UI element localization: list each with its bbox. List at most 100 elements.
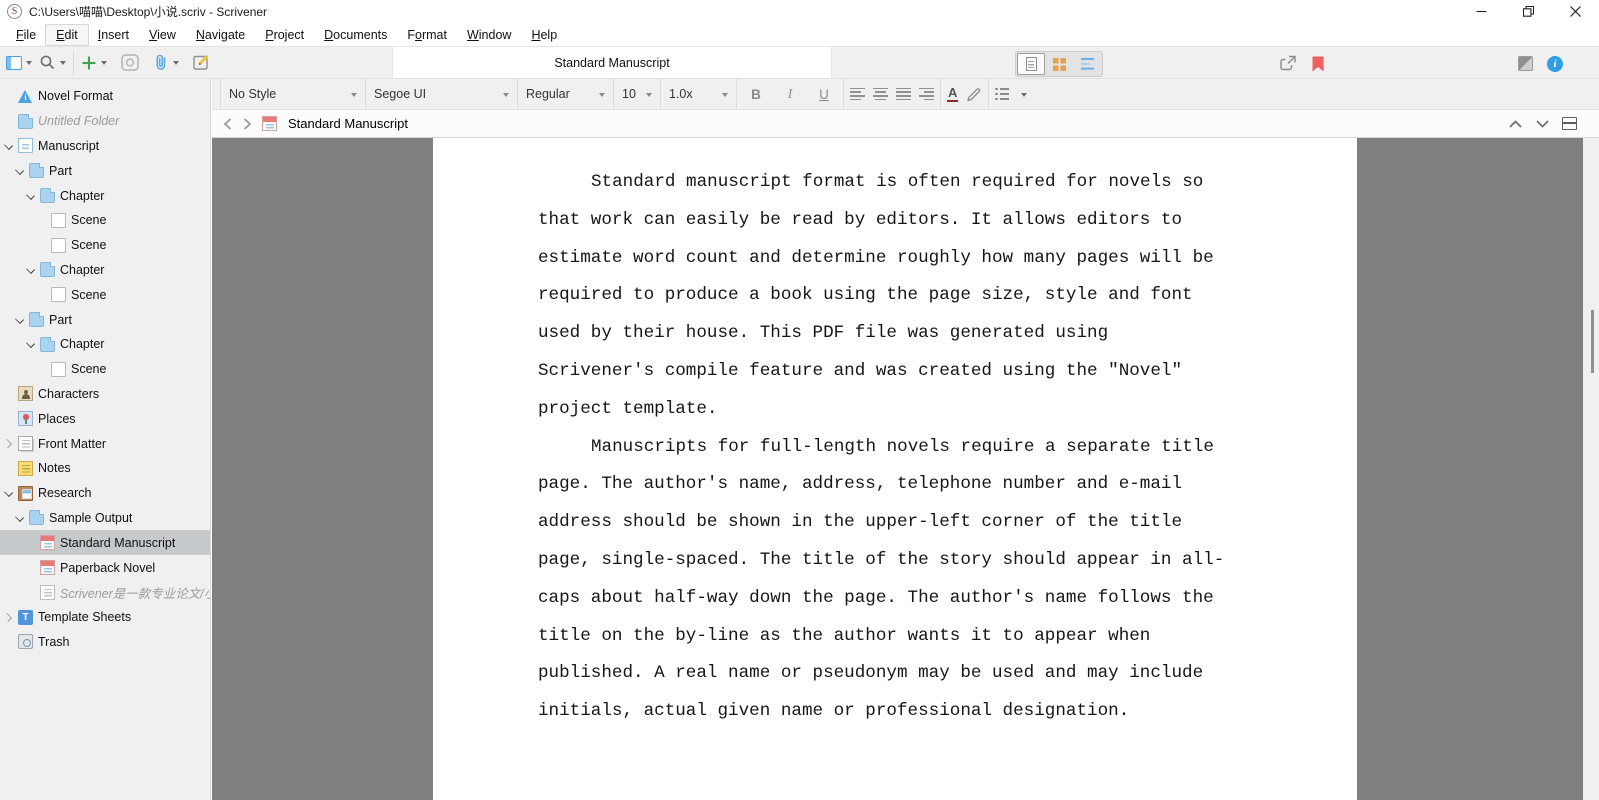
document-page[interactable]: Standard manuscript format is often requ… bbox=[433, 138, 1357, 800]
chevron-right-icon[interactable] bbox=[3, 612, 13, 622]
menu-item-documents[interactable]: Documents bbox=[314, 25, 397, 45]
menu-item-edit[interactable]: Edit bbox=[46, 25, 88, 45]
search-icon[interactable] bbox=[39, 54, 56, 71]
binder-item-places[interactable]: Places bbox=[0, 406, 210, 431]
share-button[interactable] bbox=[1279, 47, 1297, 80]
binder-item-label: Paperback Novel bbox=[60, 561, 155, 575]
restore-button[interactable] bbox=[1505, 0, 1552, 23]
list-dropdown-caret[interactable] bbox=[1021, 93, 1027, 100]
chevron-down-icon[interactable] bbox=[25, 191, 35, 201]
split-editor-icon[interactable] bbox=[1562, 117, 1577, 130]
minimize-button[interactable] bbox=[1458, 0, 1505, 23]
align-left-icon[interactable] bbox=[850, 88, 865, 101]
align-justify-icon[interactable] bbox=[896, 88, 911, 101]
binder-item-chapter[interactable]: Chapter bbox=[0, 183, 210, 208]
underline-button[interactable]: U bbox=[811, 87, 837, 102]
toolbar-document-tab[interactable]: Standard Manuscript bbox=[392, 47, 832, 78]
binder-item-chapter[interactable]: Chapter bbox=[0, 258, 210, 283]
chevron-down-icon[interactable] bbox=[25, 339, 35, 349]
editor-scrollbar-track[interactable] bbox=[1583, 138, 1599, 800]
align-right-icon[interactable] bbox=[919, 88, 934, 101]
outliner-view-button[interactable] bbox=[1073, 53, 1101, 75]
binder-panel-toggle-icon[interactable] bbox=[6, 56, 22, 70]
binder-item-characters[interactable]: Characters bbox=[0, 382, 210, 407]
menu-item-project[interactable]: Project bbox=[255, 25, 314, 45]
bookmark-button[interactable] bbox=[1312, 47, 1324, 80]
compose-mode-button[interactable] bbox=[1518, 47, 1533, 80]
forward-arrow-icon[interactable] bbox=[242, 117, 253, 131]
editor-scrollbar-thumb[interactable] bbox=[1591, 310, 1594, 373]
search-dropdown-caret[interactable] bbox=[60, 61, 66, 68]
inspector-button[interactable]: i bbox=[1547, 47, 1563, 80]
binder-item-chapter[interactable]: Chapter bbox=[0, 332, 210, 357]
characters-icon bbox=[18, 386, 33, 401]
chevron-down-icon[interactable] bbox=[25, 265, 35, 275]
bullet-list-icon[interactable] bbox=[995, 88, 1009, 100]
binder-item-template-sheets[interactable]: Template Sheets bbox=[0, 605, 210, 630]
binder-item-scene[interactable]: Scene bbox=[0, 282, 210, 307]
binder-list: Novel FormatUntitled FolderManuscriptPar… bbox=[0, 84, 210, 654]
menu-item-navigate[interactable]: Navigate bbox=[186, 25, 255, 45]
editor-document-title[interactable]: Standard Manuscript bbox=[288, 116, 408, 131]
font-variant-dropdown[interactable]: Regular bbox=[518, 79, 614, 109]
add-icon[interactable] bbox=[81, 55, 97, 71]
font-size-dropdown[interactable]: 10 bbox=[614, 79, 661, 109]
chevron-down-icon[interactable] bbox=[14, 513, 24, 523]
document-view-icon bbox=[1026, 57, 1037, 71]
style-dropdown[interactable]: No Style bbox=[220, 79, 366, 109]
chevron-down-icon[interactable] bbox=[14, 315, 24, 325]
style-value: No Style bbox=[229, 87, 276, 101]
chevron-down-icon[interactable] bbox=[3, 488, 13, 498]
paperclip-icon[interactable] bbox=[153, 53, 169, 72]
document-view-button[interactable] bbox=[1017, 53, 1045, 75]
close-button[interactable] bbox=[1552, 0, 1599, 23]
line-spacing-dropdown[interactable]: 1.0x bbox=[661, 79, 737, 109]
binder-item-novel-format[interactable]: Novel Format bbox=[0, 84, 210, 109]
binder-item-scrivener-[interactable]: Scrivener是一款专业论文/小... bbox=[0, 580, 210, 605]
chevron-down-icon[interactable] bbox=[3, 141, 13, 151]
corkboard-view-button[interactable] bbox=[1045, 53, 1073, 75]
text-color-button[interactable]: A bbox=[947, 86, 958, 102]
notes-icon bbox=[18, 461, 33, 476]
document-line: page, single-spaced. The title of the st… bbox=[538, 542, 1357, 580]
binder-item-untitled-folder[interactable]: Untitled Folder bbox=[0, 109, 210, 134]
menu-item-format[interactable]: Format bbox=[397, 25, 457, 45]
back-arrow-icon[interactable] bbox=[222, 117, 233, 131]
highlight-pen-icon[interactable] bbox=[966, 87, 982, 102]
chevron-down-icon[interactable] bbox=[14, 166, 24, 176]
italic-button[interactable]: I bbox=[777, 86, 803, 102]
editor-header: Standard Manuscript bbox=[212, 110, 1599, 138]
binder-item-research[interactable]: Research bbox=[0, 481, 210, 506]
paperclip-dropdown-caret[interactable] bbox=[173, 61, 179, 68]
binder-item-part[interactable]: Part bbox=[0, 158, 210, 183]
menu-item-help[interactable]: Help bbox=[521, 25, 567, 45]
binder-panel-dropdown-caret[interactable] bbox=[26, 61, 32, 68]
binder-item-notes[interactable]: Notes bbox=[0, 456, 210, 481]
menu-item-view[interactable]: View bbox=[139, 25, 186, 45]
font-dropdown[interactable]: Segoe UI bbox=[366, 79, 518, 109]
binder-item-paperback-novel[interactable]: Paperback Novel bbox=[0, 555, 210, 580]
menu-item-file[interactable]: File bbox=[6, 25, 46, 45]
binder-item-part[interactable]: Part bbox=[0, 307, 210, 332]
binder-item-trash[interactable]: Trash bbox=[0, 630, 210, 655]
list-group bbox=[989, 79, 1033, 109]
binder-item-front-matter[interactable]: Front Matter bbox=[0, 431, 210, 456]
document-line: Manuscripts for full-length novels requi… bbox=[538, 429, 1357, 467]
menu-item-insert[interactable]: Insert bbox=[88, 25, 139, 45]
menu-item-window[interactable]: Window bbox=[457, 25, 521, 45]
binder-item-manuscript[interactable]: Manuscript bbox=[0, 134, 210, 159]
previous-document-icon[interactable] bbox=[1508, 119, 1523, 129]
bold-button[interactable]: B bbox=[743, 87, 769, 102]
chevron-right-icon[interactable] bbox=[3, 439, 13, 449]
binder-item-scene[interactable]: Scene bbox=[0, 208, 210, 233]
align-center-icon[interactable] bbox=[873, 88, 888, 101]
next-document-icon[interactable] bbox=[1535, 119, 1550, 129]
binder-item-scene[interactable]: Scene bbox=[0, 233, 210, 258]
binder-item-standard-manuscript[interactable]: Standard Manuscript bbox=[0, 530, 210, 555]
trash-icon[interactable] bbox=[121, 54, 139, 71]
add-dropdown-caret[interactable] bbox=[101, 61, 107, 68]
binder-item-sample-output[interactable]: Sample Output bbox=[0, 506, 210, 531]
binder-item-scene[interactable]: Scene bbox=[0, 357, 210, 382]
alignment-group bbox=[844, 79, 940, 109]
compose-icon[interactable] bbox=[193, 54, 210, 71]
